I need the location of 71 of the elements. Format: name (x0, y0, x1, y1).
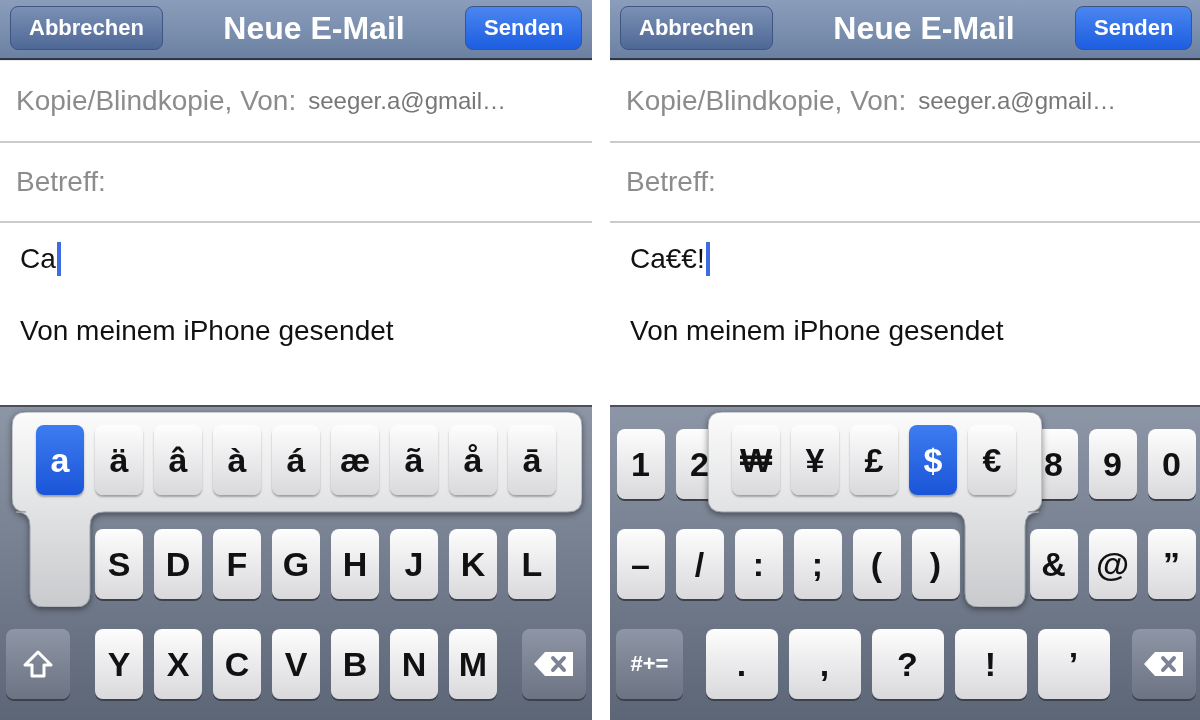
keyboard-key[interactable]: H (331, 529, 379, 599)
keyboard-key[interactable]: ? (871, 629, 944, 699)
keyboard-key[interactable]: @ (1088, 529, 1137, 599)
field-value[interactable]: seeger.a@gmail… (308, 87, 506, 115)
send-button[interactable]: Senden (465, 6, 582, 50)
keyboard-key[interactable]: M (449, 629, 497, 699)
accent-key[interactable]: € (968, 425, 1016, 495)
keyboard-key[interactable]: J (390, 529, 438, 599)
keyboard-key[interactable]: D (154, 529, 202, 599)
accent-key[interactable]: a (36, 425, 84, 495)
keyboard-key[interactable]: ; (793, 529, 842, 599)
field-label: Betreff: (16, 166, 106, 198)
keyboard-key[interactable]: C (213, 629, 261, 699)
keyboard-key[interactable]: K (449, 529, 497, 599)
keyboard-key[interactable]: – (616, 529, 665, 599)
accent-key[interactable]: ¥ (791, 425, 839, 495)
delete-key[interactable] (1132, 629, 1196, 699)
keyboard-key[interactable]: B (331, 629, 379, 699)
keyboard-key[interactable]: . (705, 629, 778, 699)
cancel-button[interactable]: Abbrechen (620, 6, 773, 50)
cancel-button[interactable]: Abbrechen (10, 6, 163, 50)
accent-key[interactable]: ã (390, 425, 438, 495)
keyboard-key[interactable]: S (95, 529, 143, 599)
accent-key[interactable]: ä (95, 425, 143, 495)
keyboard-key[interactable]: 9 (1088, 429, 1137, 499)
accent-key[interactable]: à (213, 425, 261, 495)
keyboard-key[interactable]: X (154, 629, 202, 699)
symbols-key[interactable]: #+= (616, 629, 683, 699)
field-label: Kopie/Blindkopie, Von: (16, 85, 297, 117)
body-text[interactable]: Ca (20, 243, 56, 275)
backspace-icon (1143, 650, 1185, 678)
accent-key[interactable]: æ (331, 425, 379, 495)
delete-key[interactable] (522, 629, 586, 699)
window-title: Neue E-Mail (223, 9, 405, 48)
text-cursor (705, 242, 710, 276)
keyboard-key[interactable]: G (272, 529, 320, 599)
keyboard-key[interactable]: ( (852, 529, 901, 599)
field-label: Kopie/Blindkopie, Von: (626, 85, 907, 117)
keyboard-key[interactable]: , (788, 629, 861, 699)
keyboard-key[interactable]: F (213, 529, 261, 599)
accent-key[interactable]: á (272, 425, 320, 495)
accent-key[interactable]: $ (909, 425, 957, 495)
keyboard-key[interactable]: L (508, 529, 556, 599)
keyboard-key[interactable]: ’ (1037, 629, 1110, 699)
keyboard-key[interactable]: / (675, 529, 724, 599)
field-value[interactable]: seeger.a@gmail… (918, 87, 1116, 115)
keyboard-key[interactable]: 0 (1147, 429, 1196, 499)
keyboard-key[interactable]: ) (911, 529, 960, 599)
window-title: Neue E-Mail (833, 9, 1015, 48)
keyboard-key[interactable]: : (734, 529, 783, 599)
shift-key[interactable] (6, 629, 70, 699)
keyboard-key[interactable]: & (1029, 529, 1078, 599)
keyboard-key[interactable]: Y (95, 629, 143, 699)
field-label: Betreff: (626, 166, 716, 198)
send-button[interactable]: Senden (1075, 6, 1192, 50)
keyboard-key[interactable]: V (272, 629, 320, 699)
signature-text: Von meinem iPhone gesendet (20, 315, 395, 347)
accent-key[interactable]: ₩ (732, 425, 780, 495)
keyboard-key[interactable]: N (390, 629, 438, 699)
keyboard-key[interactable]: ” (1147, 529, 1196, 599)
text-cursor (56, 242, 61, 276)
signature-text: Von meinem iPhone gesendet (630, 315, 1005, 347)
accent-key[interactable]: ā (508, 425, 556, 495)
keyboard-key[interactable]: ! (954, 629, 1027, 699)
backspace-icon (533, 650, 575, 678)
keyboard-key[interactable]: 1 (616, 429, 665, 499)
accent-key[interactable]: â (154, 425, 202, 495)
body-text[interactable]: Ca€€! (630, 243, 705, 275)
accent-key[interactable]: £ (850, 425, 898, 495)
shift-arrow-icon (23, 649, 53, 679)
accent-key[interactable]: å (449, 425, 497, 495)
